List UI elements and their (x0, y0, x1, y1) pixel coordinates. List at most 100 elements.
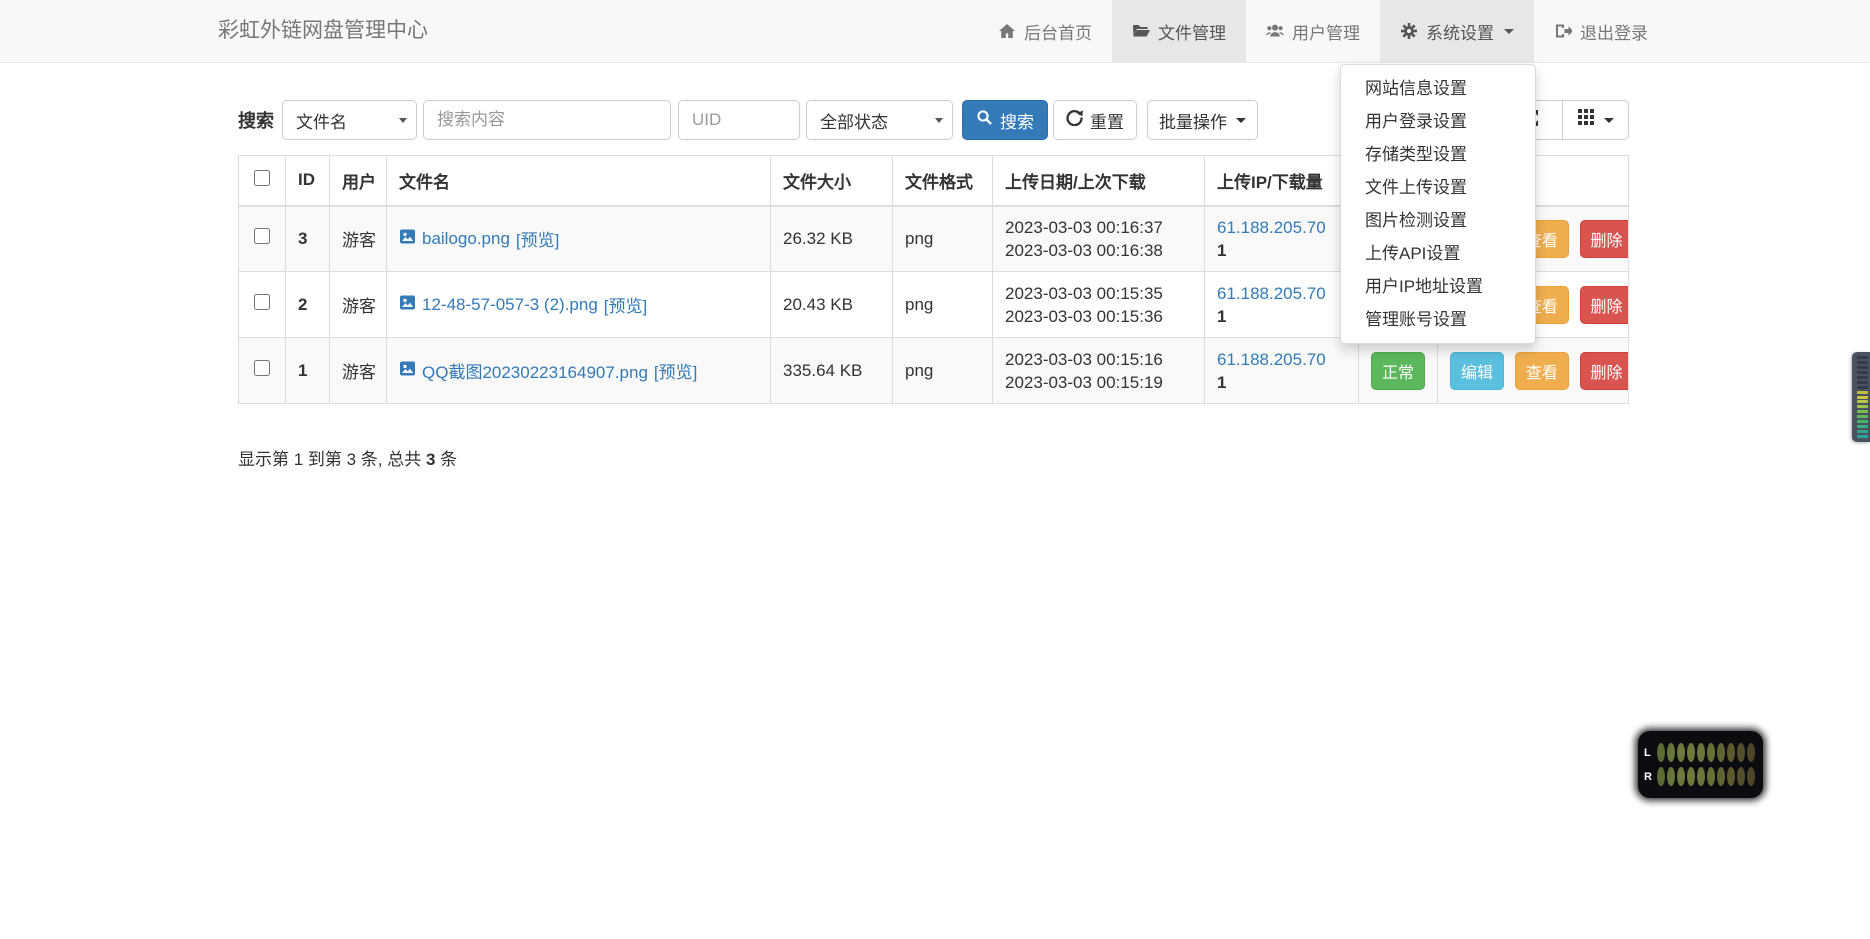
nav-item-users[interactable]: 用户管理 (1246, 0, 1380, 62)
menu-item-user-ip[interactable]: 用户IP地址设置 (1341, 270, 1535, 303)
cell-id: 3 (286, 206, 330, 272)
last-download-date: 2023-03-03 00:15:19 (1005, 371, 1192, 394)
delete-button[interactable]: 删除 (1580, 220, 1629, 258)
edge-level-meter-overlay (1852, 352, 1870, 442)
download-count: 1 (1217, 371, 1346, 394)
settings-dropdown-menu: 网站信息设置 用户登录设置 存储类型设置 文件上传设置 图片检测设置 上传API… (1340, 64, 1536, 344)
cell-filename: bailogo.png [预览] (387, 206, 771, 272)
cell-format: png (893, 338, 993, 404)
search-icon (976, 109, 993, 131)
upload-date: 2023-03-03 00:15:16 (1005, 348, 1192, 371)
preview-link[interactable]: [预览] (516, 226, 559, 251)
search-toolbar: 搜索 文件名 全部状态 搜索 重置 批量操作 (238, 100, 1258, 140)
menu-item-user-login[interactable]: 用户登录设置 (1341, 105, 1535, 138)
ip-link[interactable]: 61.188.205.70 (1217, 350, 1326, 369)
preview-link[interactable]: [预览] (604, 292, 647, 317)
ip-link[interactable]: 61.188.205.70 (1217, 284, 1326, 303)
view-button[interactable]: 查看 (1515, 352, 1569, 390)
download-count: 1 (1217, 305, 1346, 328)
row-checkbox[interactable] (254, 294, 270, 310)
users-icon (1266, 22, 1284, 40)
status-badge: 正常 (1371, 352, 1425, 390)
columns-button[interactable] (1562, 100, 1629, 140)
nav-item-files[interactable]: 文件管理 (1112, 0, 1246, 62)
cell-size: 26.32 KB (771, 206, 893, 272)
row-checkbox[interactable] (254, 360, 270, 376)
search-field-select-value: 文件名 (296, 108, 347, 133)
nav-item-settings[interactable]: 系统设置 (1380, 0, 1534, 62)
sign-out-icon (1554, 22, 1572, 40)
top-navbar: 彩虹外链网盘管理中心 后台首页 文件管理 用户管理 (0, 0, 1870, 63)
search-field-select[interactable]: 文件名 (282, 100, 417, 140)
cell-format: png (893, 206, 993, 272)
menu-item-admin-account[interactable]: 管理账号设置 (1341, 303, 1535, 336)
search-label: 搜索 (238, 107, 274, 133)
audio-vu-meter-overlay: L R (1638, 731, 1763, 798)
header-dates: 上传日期/上次下载 (993, 156, 1205, 206)
file-link[interactable]: 12-48-57-057-3 (2).png (422, 295, 598, 315)
header-size: 文件大小 (771, 156, 893, 206)
select-all-checkbox-cell (239, 156, 286, 206)
nav-item-label: 用户管理 (1292, 19, 1360, 44)
cell-dates: 2023-03-03 00:15:35 2023-03-03 00:15:36 (993, 272, 1205, 338)
caret-down-icon (1504, 29, 1514, 34)
uid-input[interactable] (678, 100, 800, 140)
search-button[interactable]: 搜索 (962, 100, 1048, 140)
menu-item-upload-api[interactable]: 上传API设置 (1341, 237, 1535, 270)
menu-item-image-check[interactable]: 图片检测设置 (1341, 204, 1535, 237)
header-ip-downloads: 上传IP/下载量 (1205, 156, 1359, 206)
file-link[interactable]: QQ截图20230223164907.png (422, 358, 648, 383)
home-icon (998, 22, 1016, 40)
cell-filename: QQ截图20230223164907.png [预览] (387, 338, 771, 404)
select-arrow-icon (399, 118, 407, 123)
caret-down-icon (1604, 118, 1614, 123)
menu-item-file-upload[interactable]: 文件上传设置 (1341, 171, 1535, 204)
file-image-icon (399, 360, 416, 382)
row-checkbox[interactable] (254, 228, 270, 244)
nav-item-logout[interactable]: 退出登录 (1534, 0, 1668, 62)
vu-right-label: R (1644, 771, 1653, 783)
folder-open-icon (1132, 22, 1150, 40)
search-button-label: 搜索 (1000, 108, 1034, 133)
nav-item-dashboard[interactable]: 后台首页 (978, 0, 1112, 62)
edit-button[interactable]: 编辑 (1450, 352, 1504, 390)
cell-format: png (893, 272, 993, 338)
status-filter-select[interactable]: 全部状态 (806, 100, 953, 140)
select-all-checkbox[interactable] (254, 170, 270, 186)
file-link[interactable]: bailogo.png (422, 229, 510, 249)
cell-status: 正常 (1359, 338, 1438, 404)
file-image-icon (399, 294, 416, 316)
menu-item-site-info[interactable]: 网站信息设置 (1341, 72, 1535, 105)
grid-columns-icon (1578, 109, 1595, 131)
batch-actions-button[interactable]: 批量操作 (1147, 100, 1258, 140)
nav-item-label: 文件管理 (1158, 19, 1226, 44)
pagination-summary: 显示第 1 到第 3 条, 总共 3 条 (238, 445, 457, 470)
cell-dates: 2023-03-03 00:15:16 2023-03-03 00:15:19 (993, 338, 1205, 404)
gear-icon (1400, 22, 1418, 40)
select-arrow-icon (935, 118, 943, 123)
nav-item-label: 系统设置 (1426, 19, 1494, 44)
last-download-date: 2023-03-03 00:16:38 (1005, 239, 1192, 262)
cell-dates: 2023-03-03 00:16:37 2023-03-03 00:16:38 (993, 206, 1205, 272)
reset-button[interactable]: 重置 (1053, 100, 1137, 140)
delete-button[interactable]: 删除 (1580, 352, 1629, 390)
vu-right-leds (1657, 767, 1755, 786)
upload-date: 2023-03-03 00:15:35 (1005, 282, 1192, 305)
cell-ip-downloads: 61.188.205.70 1 (1205, 272, 1359, 338)
refresh-icon (1066, 109, 1083, 131)
nav-item-label: 后台首页 (1024, 19, 1092, 44)
vu-left-leds (1657, 743, 1755, 762)
cell-ip-downloads: 61.188.205.70 1 (1205, 206, 1359, 272)
cell-id: 2 (286, 272, 330, 338)
cell-user: 游客 (330, 338, 387, 404)
file-image-icon (399, 228, 416, 250)
menu-item-storage-type[interactable]: 存储类型设置 (1341, 138, 1535, 171)
header-id: ID (286, 156, 330, 206)
delete-button[interactable]: 删除 (1580, 286, 1629, 324)
ip-link[interactable]: 61.188.205.70 (1217, 218, 1326, 237)
search-keyword-input[interactable] (423, 100, 671, 140)
preview-link[interactable]: [预览] (654, 358, 697, 383)
cell-id: 1 (286, 338, 330, 404)
table-row: 1 游客 QQ截图20230223164907.png [预览] 335.64 … (239, 338, 1629, 404)
batch-actions-label: 批量操作 (1159, 108, 1227, 133)
